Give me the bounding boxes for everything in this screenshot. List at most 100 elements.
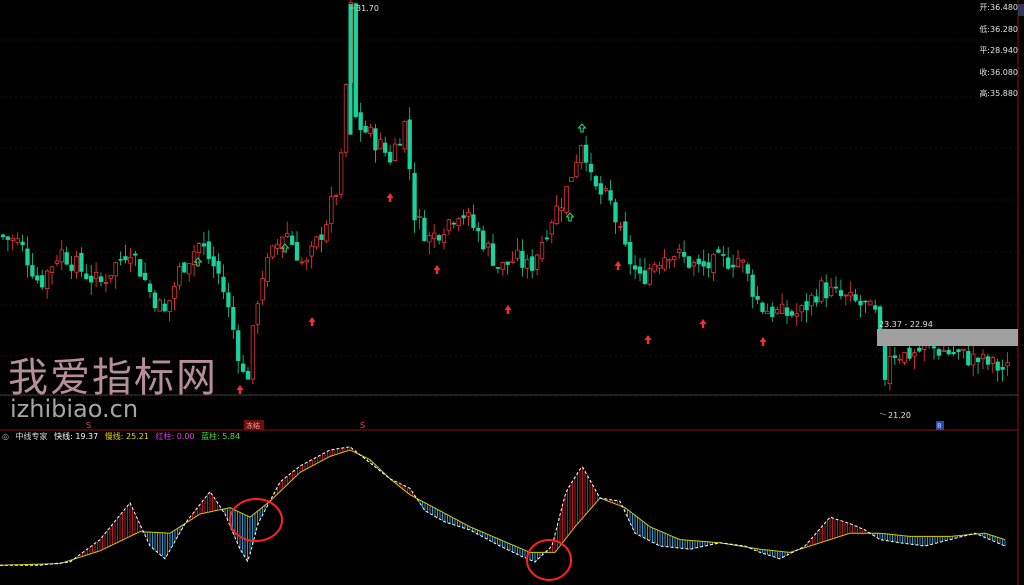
fast-line-label: 快线: 19.37 (54, 432, 99, 441)
up-candle (172, 286, 177, 299)
range-label: 23.37 - 22.94 (879, 320, 933, 329)
up-candle (285, 233, 290, 237)
down-candle (863, 300, 868, 303)
up-candle (569, 177, 574, 182)
price-and-indicator-chart: 31.7023.37 - 22.9421.20S 冻结 S 8 (0, 0, 1019, 585)
down-candle (642, 270, 648, 284)
up-candle (794, 313, 799, 317)
up-candle (304, 259, 309, 263)
up-candle (74, 256, 79, 273)
flat-label: 平:28.940 (979, 46, 1018, 55)
up-candle (103, 282, 109, 284)
up-candle (740, 259, 746, 263)
right-price-labels: 开:36.480 低:36.280 平:28.940 收:36.080 高:35… (979, 2, 1018, 110)
up-candle (652, 264, 657, 272)
up-candle (265, 257, 270, 282)
down-candle (505, 261, 510, 265)
up-candle (334, 195, 339, 197)
low-leader (879, 412, 887, 416)
down-candle (608, 190, 613, 201)
up-candle (618, 225, 623, 228)
up-candle (113, 262, 118, 277)
up-candle (485, 242, 491, 248)
down-candle (804, 301, 809, 311)
up-candle (868, 300, 873, 306)
low-label: 低:36.280 (979, 24, 1018, 34)
buy-arrow-icon (614, 261, 622, 270)
down-candle (755, 295, 760, 300)
down-candle (206, 241, 211, 259)
down-candle (721, 254, 726, 256)
indicator-settings-icon[interactable]: ◎ (2, 432, 9, 441)
up-candle (980, 353, 986, 360)
down-candle (686, 256, 692, 268)
down-candle (770, 306, 775, 317)
down-candle (481, 230, 486, 250)
up-candle (539, 242, 545, 260)
down-candle (873, 305, 878, 310)
down-candle (726, 257, 731, 269)
down-candle (397, 143, 403, 146)
down-candle (245, 370, 251, 380)
down-candle (79, 252, 84, 272)
down-candle (407, 119, 412, 170)
up-candle (338, 152, 344, 195)
buy-arrow-icon (759, 337, 767, 346)
down-candle (632, 265, 638, 270)
marker-freeze: 冻结 (246, 421, 260, 430)
up-candle (427, 235, 432, 243)
down-candle (530, 256, 535, 271)
down-candle (64, 252, 69, 265)
up-candle (10, 238, 15, 241)
up-candle (44, 270, 50, 290)
indicator-name[interactable]: 中线专家 (16, 432, 48, 441)
down-candle (544, 237, 550, 240)
up-candle (441, 234, 447, 243)
down-candle (221, 276, 226, 293)
down-candle (0, 234, 6, 238)
down-candle (476, 227, 481, 232)
up-candle (108, 275, 113, 279)
up-candle (510, 260, 515, 263)
up-candle (672, 256, 677, 260)
up-candle (15, 238, 20, 243)
up-candle (897, 358, 902, 361)
up-candle (525, 259, 530, 269)
peak-candle (348, 4, 353, 135)
down-candle (598, 183, 603, 195)
down-candle (422, 217, 427, 242)
down-candle (216, 261, 221, 274)
up-candle (378, 139, 383, 150)
down-candle (907, 347, 912, 359)
down-candle (838, 290, 844, 297)
side-tab[interactable] (1018, 4, 1024, 16)
up-candle (848, 291, 853, 297)
down-candle (745, 264, 750, 274)
down-candle (240, 363, 246, 372)
down-candle (789, 311, 795, 316)
down-candle (25, 248, 30, 266)
down-candle (946, 349, 951, 355)
down-candle (750, 274, 755, 297)
up-candle (368, 126, 373, 134)
annotations: 31.7023.37 - 22.9421.20S 冻结 S 8 (86, 4, 1018, 430)
up-candle (887, 355, 893, 385)
down-candle (936, 349, 942, 356)
down-candle (152, 292, 158, 309)
down-candle (201, 243, 207, 247)
sell-arrow-icon (565, 212, 575, 222)
down-candle (931, 346, 937, 349)
down-candle (730, 264, 736, 268)
buy-arrow-icon (433, 265, 441, 274)
down-candle (289, 235, 295, 245)
up-candle (579, 145, 584, 164)
close-label: 收:36.080 (979, 67, 1018, 77)
down-candle (123, 256, 128, 261)
down-candle (814, 296, 819, 303)
up-candle (275, 243, 280, 249)
down-candle (84, 273, 89, 279)
down-candle (824, 282, 829, 299)
up-candle (819, 280, 824, 302)
down-candle (966, 351, 971, 366)
up-candle (515, 249, 520, 259)
